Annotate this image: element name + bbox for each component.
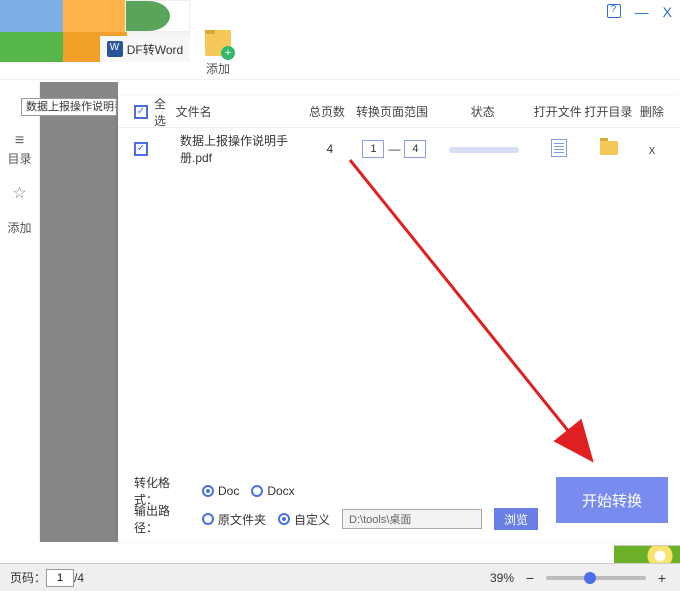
start-convert-button[interactable]: 开始转换 <box>556 477 668 523</box>
range-dash: — <box>388 142 400 156</box>
minimize-button[interactable]: — <box>635 4 649 21</box>
zoom-in-button[interactable]: + <box>654 570 670 586</box>
path-label: 输出路径： <box>134 502 190 536</box>
cell-status <box>435 142 534 156</box>
cell-filename: 数据上报操作说明手册.pdf <box>180 132 306 166</box>
window-controls: ? — X <box>607 4 672 21</box>
format-option: 转化格式： Doc Docx <box>134 477 548 505</box>
file-icon <box>551 139 567 157</box>
col-open-dir: 打开目录 <box>583 103 634 120</box>
radio-dot-icon <box>278 513 290 525</box>
range-from-input[interactable] <box>362 140 384 158</box>
sidebar-item-label: 目录 <box>7 150 31 167</box>
cell-pages: 4 <box>306 142 354 156</box>
cell-range: — <box>354 140 435 158</box>
left-toolbar: ≡ 目录 ☆ 添加 <box>0 82 40 542</box>
list-icon: ≡ <box>15 132 24 150</box>
path-input[interactable] <box>342 509 482 529</box>
table-row: 数据上报操作说明手册.pdf 4 — x <box>118 128 680 170</box>
close-button[interactable]: X <box>663 4 672 21</box>
add-button[interactable]: + 添加 <box>205 30 231 77</box>
radio-orig-folder[interactable]: 原文件夹 <box>202 511 266 528</box>
col-pages: 总页数 <box>302 103 351 120</box>
open-folder-button[interactable] <box>584 141 634 158</box>
topbar: DF转Word + 添加 ? — X <box>0 0 680 80</box>
col-status: 状态 <box>433 103 533 120</box>
table-header: 全选 文件名 总页数 转换页面范围 状态 打开文件 打开目录 删除 <box>118 96 680 128</box>
progress-bar <box>449 147 519 153</box>
col-open-file: 打开文件 <box>532 103 583 120</box>
delete-button[interactable]: x <box>634 142 670 157</box>
convert-panel: 全选 文件名 总页数 转换页面范围 状态 打开文件 打开目录 删除 数据上报操作… <box>118 96 680 543</box>
plus-badge-icon: + <box>221 46 235 60</box>
radio-label: Docx <box>267 484 294 498</box>
page-total: /4 <box>74 571 84 585</box>
page-label: 页码： <box>10 569 46 586</box>
logo-block <box>63 0 126 32</box>
radio-dot-icon <box>202 485 214 497</box>
browse-button[interactable]: 浏览 <box>494 508 538 530</box>
col-range: 转换页面范围 <box>351 103 432 120</box>
status-bar: 页码： /4 39% − + <box>0 563 680 591</box>
star-icon: ☆ <box>12 183 26 203</box>
document-tab[interactable]: 数据上报操作说明手册. <box>21 98 117 116</box>
radio-label: Doc <box>218 484 239 498</box>
zoom-out-button[interactable]: − <box>522 570 538 586</box>
thumbnail-image <box>614 545 680 563</box>
radio-doc[interactable]: Doc <box>202 484 239 498</box>
mode-tab-word[interactable]: DF转Word <box>100 36 190 62</box>
path-option: 输出路径： 原文件夹 自定义 浏览 <box>134 505 548 533</box>
zoom-slider[interactable] <box>546 576 646 580</box>
col-delete: 删除 <box>634 103 670 120</box>
document-preview-strip: 数据上报操作说明手册. <box>40 82 118 542</box>
zoom-value: 39% <box>490 571 514 585</box>
top-actions: + 添加 <box>205 30 231 77</box>
range-to-input[interactable] <box>404 140 426 158</box>
open-file-button[interactable] <box>534 139 584 160</box>
slider-thumb[interactable] <box>584 572 596 584</box>
page-input[interactable] <box>46 569 74 587</box>
radio-custom[interactable]: 自定义 <box>278 511 330 528</box>
col-filename: 文件名 <box>176 103 303 120</box>
folder-icon <box>600 141 618 155</box>
radio-docx[interactable]: Docx <box>251 484 294 498</box>
options-area: 转化格式： Doc Docx 输出路径： 原文件夹 自定义 浏览 <box>134 463 548 543</box>
logo-block <box>0 0 63 32</box>
logo-area: DF转Word <box>0 0 190 62</box>
select-all-checkbox[interactable] <box>134 105 148 119</box>
col-select-all: 全选 <box>154 95 176 129</box>
add-label: 添加 <box>206 60 230 77</box>
mode-tab-label: DF转Word <box>127 41 183 58</box>
sidebar-item-favorite[interactable]: ☆ <box>0 183 39 203</box>
radio-label: 自定义 <box>294 511 330 528</box>
radio-label: 原文件夹 <box>218 511 266 528</box>
sidebar-item-label: 添加 <box>7 219 31 236</box>
logo-block <box>0 32 63 62</box>
radio-dot-icon <box>251 485 263 497</box>
sidebar-item-add[interactable]: 添加 <box>0 219 39 236</box>
row-checkbox[interactable] <box>134 142 148 156</box>
radio-dot-icon <box>202 513 214 525</box>
folder-add-icon: + <box>205 30 231 56</box>
logo-block <box>125 0 190 32</box>
sidebar-item-catalog[interactable]: ≡ 目录 <box>0 132 39 167</box>
word-icon <box>107 41 123 57</box>
zoom-control: 39% − + <box>490 570 670 586</box>
help-button[interactable]: ? <box>607 4 621 21</box>
